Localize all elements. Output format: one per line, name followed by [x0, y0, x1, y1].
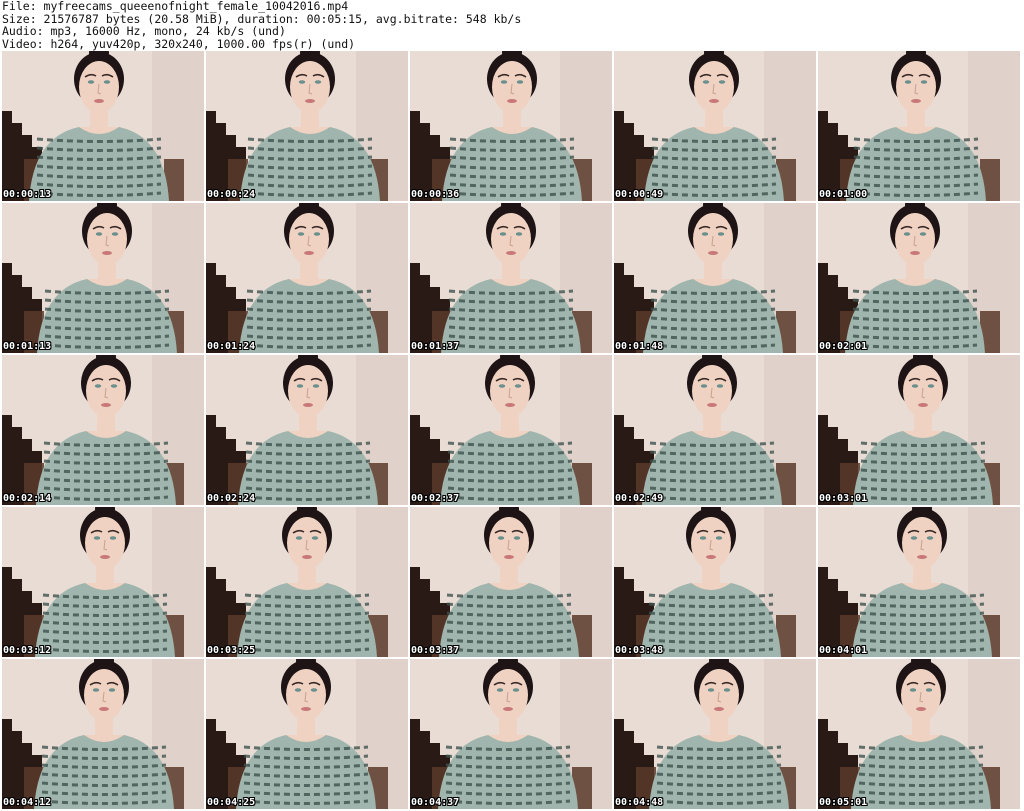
thumbnail-timestamp: 00:03:01 [819, 493, 868, 504]
thumbnail-timestamp: 00:01:24 [207, 341, 256, 352]
thumbnail-image [614, 507, 816, 657]
video-thumbnail[interactable]: 00:01:13 [2, 203, 204, 353]
thumbnail-timestamp: 00:04:37 [411, 797, 460, 808]
thumbnail-timestamp: 00:00:49 [615, 189, 664, 200]
thumbnail-image [818, 203, 1020, 353]
thumbnail-timestamp: 00:05:01 [819, 797, 868, 808]
video-info-header: File: myfreecams_queeenofnight_female_10… [2, 0, 1022, 50]
video-thumbnail[interactable]: 00:01:00 [818, 51, 1020, 201]
thumbnail-timestamp: 00:04:25 [207, 797, 256, 808]
thumbnail-image [410, 507, 612, 657]
thumbnail-image [818, 507, 1020, 657]
video-thumbnail[interactable]: 00:02:49 [614, 355, 816, 505]
video-thumbnail[interactable]: 00:04:48 [614, 659, 816, 809]
video-thumbnail[interactable]: 00:03:01 [818, 355, 1020, 505]
thumbnail-timestamp: 00:04:48 [615, 797, 664, 808]
thumbnail-timestamp: 00:01:00 [819, 189, 868, 200]
thumbnail-image [614, 203, 816, 353]
video-thumbnail[interactable]: 00:03:48 [614, 507, 816, 657]
thumbnail-timestamp: 00:02:14 [3, 493, 52, 504]
thumbnail-timestamp: 00:02:37 [411, 493, 460, 504]
video-thumbnail[interactable]: 00:01:48 [614, 203, 816, 353]
thumbnail-timestamp: 00:02:24 [207, 493, 256, 504]
video-thumbnail[interactable]: 00:04:12 [2, 659, 204, 809]
thumbnail-timestamp: 00:03:12 [3, 645, 52, 656]
thumbnail-image [614, 659, 816, 809]
video-thumbnail[interactable]: 00:01:37 [410, 203, 612, 353]
thumbnail-timestamp: 00:02:01 [819, 341, 868, 352]
thumbnail-image [2, 507, 204, 657]
thumbnail-image [614, 355, 816, 505]
thumbnail-image [818, 659, 1020, 809]
thumbnail-image [206, 659, 408, 809]
thumbnail-timestamp: 00:01:13 [3, 341, 52, 352]
thumbnail-image [206, 203, 408, 353]
thumbnail-image [2, 203, 204, 353]
thumbnail-image [206, 507, 408, 657]
thumbnail-image [2, 51, 204, 201]
video-thumbnail[interactable]: 00:04:37 [410, 659, 612, 809]
video-thumbnail[interactable]: 00:00:49 [614, 51, 816, 201]
video-thumbnail[interactable]: 00:00:13 [2, 51, 204, 201]
video-thumbnail[interactable]: 00:03:12 [2, 507, 204, 657]
video-thumbnail[interactable]: 00:03:37 [410, 507, 612, 657]
video-thumbnail[interactable]: 00:00:36 [410, 51, 612, 201]
video-thumbnail[interactable]: 00:02:14 [2, 355, 204, 505]
video-thumbnail[interactable]: 00:02:24 [206, 355, 408, 505]
thumbnail-image [818, 51, 1020, 201]
thumbnail-image [614, 51, 816, 201]
thumbnail-image [410, 355, 612, 505]
thumbnail-image [206, 355, 408, 505]
thumbnail-timestamp: 00:00:13 [3, 189, 52, 200]
thumbnail-timestamp: 00:02:49 [615, 493, 664, 504]
video-thumbnail[interactable]: 00:04:01 [818, 507, 1020, 657]
video-thumbnail[interactable]: 00:04:25 [206, 659, 408, 809]
thumbnail-grid: 00:00:13 00:00:24 00:00:36 00:00:49 00:01:00… [2, 51, 1024, 811]
file-name-line: File: myfreecams_queeenofnight_female_10… [2, 0, 349, 13]
video-info-line: Video: h264, yuv420p, 320x240, 1000.00 f… [2, 36, 356, 51]
thumbnail-timestamp: 00:03:25 [207, 645, 256, 656]
video-thumbnail[interactable]: 00:03:25 [206, 507, 408, 657]
thumbnail-timestamp: 00:01:48 [615, 341, 664, 352]
thumbnail-image [410, 51, 612, 201]
audio-info-line: Audio: mp3, 16000 Hz, mono, 24 kb/s (und… [2, 24, 286, 38]
thumbnail-timestamp: 00:03:37 [411, 645, 460, 656]
thumbnail-timestamp: 00:00:36 [411, 189, 460, 200]
thumbnail-timestamp: 00:03:48 [615, 645, 664, 656]
thumbnail-image [2, 659, 204, 809]
video-thumbnail[interactable]: 00:00:24 [206, 51, 408, 201]
thumbnail-image [410, 659, 612, 809]
video-thumbnail[interactable]: 00:02:37 [410, 355, 612, 505]
video-thumbnail[interactable]: 00:05:01 [818, 659, 1020, 809]
video-thumbnail[interactable]: 00:01:24 [206, 203, 408, 353]
thumbnail-image [818, 355, 1020, 505]
thumbnail-image [410, 203, 612, 353]
thumbnail-timestamp: 00:04:12 [3, 797, 52, 808]
video-thumbnail[interactable]: 00:02:01 [818, 203, 1020, 353]
thumbnail-image [2, 355, 204, 505]
thumbnail-timestamp: 00:01:37 [411, 341, 460, 352]
thumbnail-image [206, 51, 408, 201]
thumbnail-timestamp: 00:00:24 [207, 189, 256, 200]
thumbnail-timestamp: 00:04:01 [819, 645, 868, 656]
